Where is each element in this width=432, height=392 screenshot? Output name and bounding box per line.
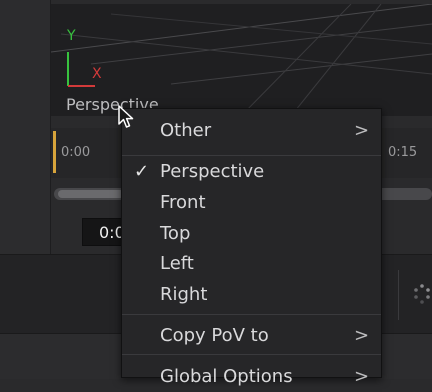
menu-item-label: Copy PoV to [160,325,269,346]
menu-item-top[interactable]: Top [122,219,381,249]
menu-item-perspective[interactable]: ✓ Perspective [122,157,381,187]
menu-item-label: Global Options [160,366,293,387]
mouse-cursor-icon [118,105,134,128]
menu-item-global-options[interactable]: Global Options > [122,362,381,392]
menu-separator [122,354,381,355]
viewport-context-menu: Other > ✓ Perspective Front Top Left Rig… [121,108,382,387]
axis-y-label: Y [67,28,76,44]
menu-item-label: Other [160,120,212,141]
spinner-icon [414,284,430,304]
menu-separator [122,155,381,156]
menu-item-label: Perspective [160,161,265,182]
menu-item-label: Right [160,284,208,305]
timeline-marker-time: 0:15 [388,145,418,160]
menu-item-label: Front [160,192,206,213]
menu-item-copy-pov[interactable]: Copy PoV to > [122,321,381,351]
menu-item-other[interactable]: Other > [122,116,381,146]
menu-item-left[interactable]: Left [122,249,381,279]
menu-item-label: Top [160,223,191,244]
panel-divider [398,270,399,320]
timeline-scrollbar-thumb[interactable] [58,190,124,198]
chevron-right-icon: > [354,325,370,346]
check-icon: ✓ [134,161,150,182]
timeline-start-time: 0:00 [61,145,91,160]
menu-item-right[interactable]: Right [122,280,381,310]
menu-item-front[interactable]: Front [122,188,381,218]
axis-x-label: X [92,66,102,82]
chevron-right-icon: > [354,120,370,141]
playhead[interactable] [53,131,56,173]
menu-separator [122,314,381,315]
chevron-right-icon: > [354,366,370,387]
menu-item-label: Left [160,253,194,274]
